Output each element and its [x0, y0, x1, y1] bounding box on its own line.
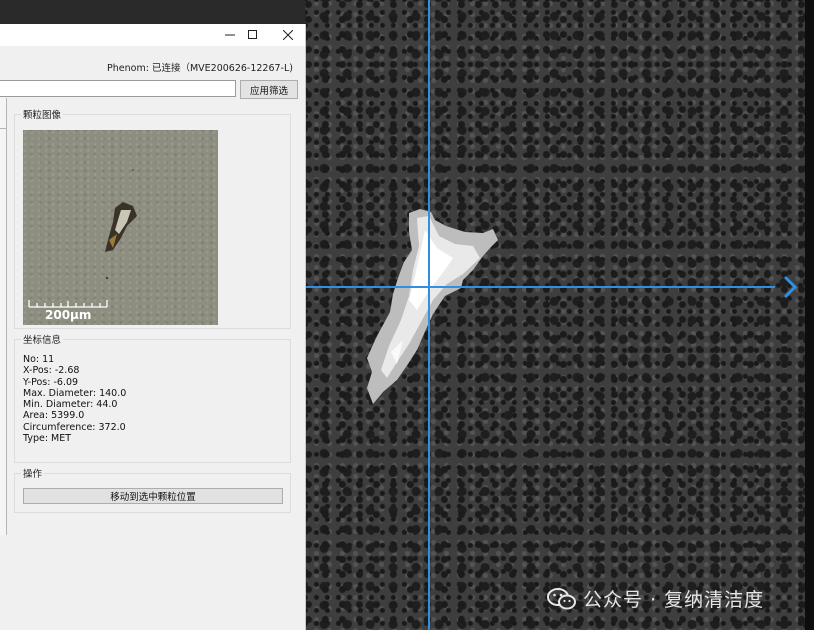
- info-line: Max. Diameter: 140.0: [23, 387, 127, 399]
- particle-optical-image: 200μm: [23, 130, 218, 325]
- info-line: X-Pos: -2.68: [23, 365, 80, 377]
- info-line: Type: MET: [23, 433, 72, 445]
- group-title: 颗粒图像: [21, 107, 64, 121]
- coordinates-info: No: 11 X-Pos: -2.68 Y-Pos: -6.09 Max. Di…: [23, 354, 126, 444]
- operations-group: 操作 移动到选中颗粒位置: [14, 466, 291, 513]
- scale-bar-label: 200μm: [45, 308, 92, 322]
- filter-input[interactable]: [0, 80, 236, 97]
- group-title: 操作: [21, 466, 45, 480]
- list-panel-edge[interactable]: [0, 98, 7, 535]
- info-line: Circumference: 372.0: [23, 421, 126, 433]
- title-bar[interactable]: [0, 24, 305, 46]
- close-icon[interactable]: [273, 24, 303, 46]
- connection-status: Phenom: 已连接（MVE200626-12267-L): [107, 63, 293, 74]
- info-line: Y-Pos: -6.09: [23, 376, 79, 388]
- info-line: Min. Diameter: 44.0: [23, 399, 118, 411]
- move-to-particle-button[interactable]: 移动到选中颗粒位置: [23, 488, 283, 504]
- watermark: 公众号 · 复纳清洁度: [547, 585, 764, 612]
- particle-dialog: Phenom: 已连接（MVE200626-12267-L) 应用筛选 颗粒图像: [0, 24, 306, 630]
- maximize-icon[interactable]: [238, 24, 268, 46]
- group-title: 坐标信息: [21, 332, 64, 346]
- info-line: No: 11: [23, 354, 55, 365]
- particle-sem-image: [367, 209, 498, 404]
- apply-filter-button[interactable]: 应用筛选: [240, 80, 298, 99]
- sem-live-view[interactable]: [305, 0, 814, 630]
- crosshair-vertical: [428, 0, 430, 630]
- info-line: Area: 5399.0: [23, 410, 85, 422]
- view-edge: [805, 0, 814, 630]
- chevron-right-icon[interactable]: [780, 274, 800, 300]
- crosshair-horizontal: [305, 286, 775, 288]
- coordinates-group: 坐标信息 No: 11 X-Pos: -2.68 Y-Pos: -6.09 Ma…: [14, 332, 291, 463]
- watermark-text: 公众号 · 复纳清洁度: [583, 589, 765, 611]
- particle-image-group: 颗粒图像 200μm: [14, 107, 291, 329]
- wechat-icon: [547, 587, 576, 609]
